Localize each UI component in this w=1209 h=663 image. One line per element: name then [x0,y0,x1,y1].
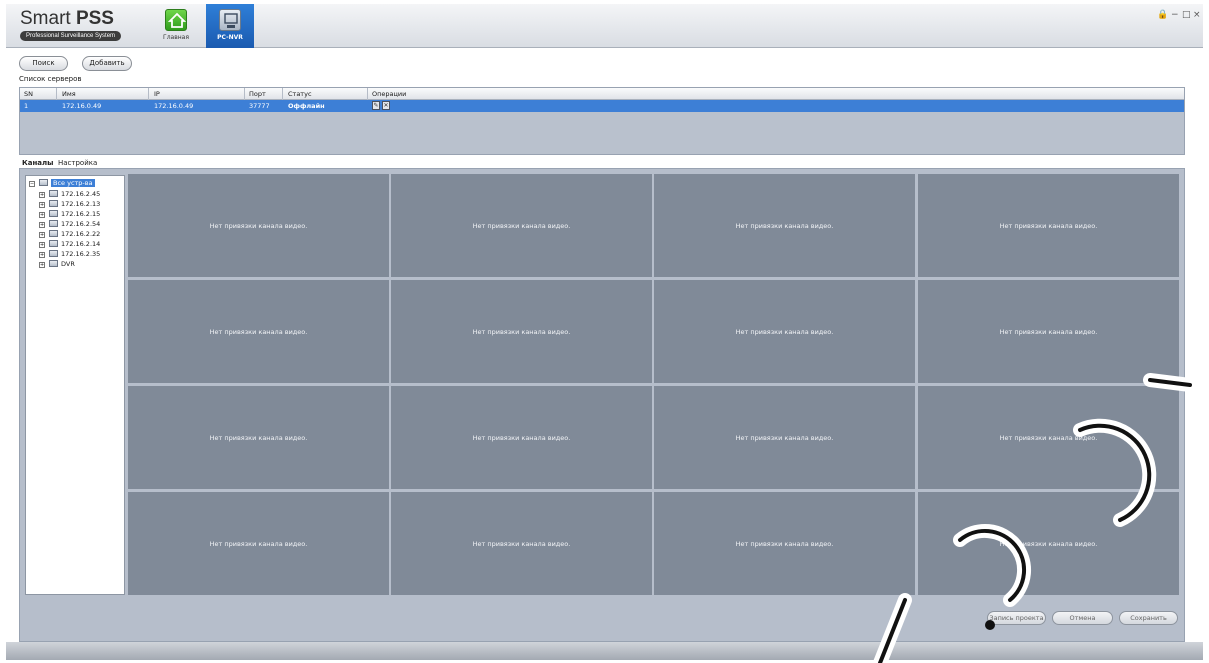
tree-device-label: 172.16.2.15 [61,210,101,218]
app-logo: Smart PSS Professional Surveillance Syst… [20,8,122,41]
video-cell[interactable]: Нет привязки канала видео. [391,386,652,489]
video-cell[interactable]: Нет привязки канала видео. [391,280,652,383]
video-grid: Нет привязки канала видео. Нет привязки … [128,174,1180,596]
delete-icon[interactable]: ✕ [382,101,390,110]
channels-panel: − Все устр-ва +172.16.2.45 +172.16.2.13 +… [19,168,1185,642]
close-icon[interactable]: × [1193,10,1201,20]
tree-device-item[interactable]: +172.16.2.35 [39,250,100,259]
device-icon [49,260,58,267]
device-icon [49,250,58,257]
video-cell[interactable]: Нет привязки канала видео. [654,386,915,489]
device-icon [49,240,58,247]
tab-settings[interactable]: Настройка [58,159,97,167]
tree-device-label: 172.16.2.22 [61,230,101,238]
devices-icon [39,179,48,186]
video-cell[interactable]: Нет привязки канала видео. [128,174,389,277]
save-button[interactable]: Сохранить [1119,611,1178,625]
col-operations[interactable]: Операции [372,90,406,98]
tree-root-item[interactable]: − Все устр-ва [29,179,95,188]
tree-device-item[interactable]: +172.16.2.54 [39,220,100,229]
search-button[interactable]: Поиск [19,56,68,71]
nav-home-label: Главная [163,34,189,41]
server-table-header: SN Имя IP Порт Статус Операции [20,88,1184,100]
expand-icon[interactable]: + [39,222,45,228]
nav-pcnvr-tab[interactable]: PC-NVR [206,4,254,48]
row-sn: 1 [24,102,29,110]
device-icon [49,210,58,217]
col-port[interactable]: Порт [249,90,266,98]
tree-device-label: 172.16.2.13 [61,200,101,208]
server-list-caption: Список серверов [19,75,82,83]
app-title: Smart PSS [20,8,114,29]
col-name[interactable]: Имя [62,90,76,98]
video-cell[interactable]: Нет привязки канала видео. [128,386,389,489]
nvr-icon [219,9,241,31]
edit-icon[interactable]: ✎ [372,101,380,110]
lock-icon[interactable]: 🔒 [1157,10,1168,20]
home-icon [165,9,187,31]
device-icon [49,190,58,197]
col-ip[interactable]: IP [154,90,160,98]
expand-icon[interactable]: + [39,262,45,268]
expand-icon[interactable]: + [39,192,45,198]
tree-device-item[interactable]: + DVR [39,260,75,269]
tree-root-label: Все устр-ва [51,179,95,187]
expand-icon[interactable]: + [39,232,45,238]
video-cell[interactable]: Нет привязки канала видео. [128,492,389,595]
tree-device-item[interactable]: +172.16.2.22 [39,230,100,239]
video-cell[interactable]: Нет привязки канала видео. [128,280,389,383]
video-cell[interactable]: Нет привязки канала видео. [391,174,652,277]
tree-device-item[interactable]: +172.16.2.13 [39,200,100,209]
row-port: 37777 [249,102,270,110]
tree-device-label: 172.16.2.45 [61,190,101,198]
row-status: Оффлайн [288,102,325,110]
tree-device-label: 172.16.2.54 [61,220,101,228]
video-cell[interactable]: Нет привязки канала видео. [918,386,1179,489]
nav-pcnvr-label: PC-NVR [217,34,243,41]
nav-home-tab[interactable]: Главная [154,4,198,48]
status-bar [6,642,1203,660]
device-icon [49,200,58,207]
col-sn[interactable]: SN [24,90,33,98]
table-row[interactable]: 1 172.16.0.49 172.16.0.49 37777 Оффлайн … [20,100,1184,112]
cancel-button[interactable]: Отмена [1052,611,1113,625]
tree-device-label: DVR [61,260,75,268]
tab-channels[interactable]: Каналы [22,159,53,167]
video-cell[interactable]: Нет привязки канала видео. [654,280,915,383]
expand-icon[interactable]: + [39,242,45,248]
tree-device-item[interactable]: +172.16.2.15 [39,210,100,219]
expand-icon[interactable]: + [39,212,45,218]
video-cell[interactable]: Нет привязки канала видео. [918,174,1179,277]
app-subtitle: Professional Surveillance System [20,31,122,41]
device-tree: − Все устр-ва +172.16.2.45 +172.16.2.13 +… [25,175,125,595]
video-cell[interactable]: Нет привязки канала видео. [918,280,1179,383]
video-cell[interactable]: Нет привязки канала видео. [654,174,915,277]
expand-icon[interactable]: + [39,252,45,258]
app-header: Smart PSS Professional Surveillance Syst… [6,4,1203,48]
row-name: 172.16.0.49 [62,102,102,110]
video-cell[interactable]: Нет привязки канала видео. [654,492,915,595]
col-status[interactable]: Статус [288,90,312,98]
add-button[interactable]: Добавить [82,56,132,71]
tree-device-label: 172.16.2.35 [61,250,101,258]
video-cell[interactable]: Нет привязки канала видео. [391,492,652,595]
row-ip: 172.16.0.49 [154,102,194,110]
collapse-icon[interactable]: − [29,181,35,187]
tree-device-item[interactable]: +172.16.2.14 [39,240,100,249]
tree-device-label: 172.16.2.14 [61,240,101,248]
tree-device-item[interactable]: +172.16.2.45 [39,190,100,199]
server-table: SN Имя IP Порт Статус Операции 1 172.16.… [19,87,1185,155]
record-project-button[interactable]: Запись проекта [987,611,1046,625]
video-cell[interactable]: Нет привязки канала видео. [918,492,1179,595]
device-icon [49,220,58,227]
minimize-icon[interactable]: − [1171,10,1179,20]
expand-icon[interactable]: + [39,202,45,208]
device-icon [49,230,58,237]
maximize-icon[interactable]: □ [1182,10,1191,20]
